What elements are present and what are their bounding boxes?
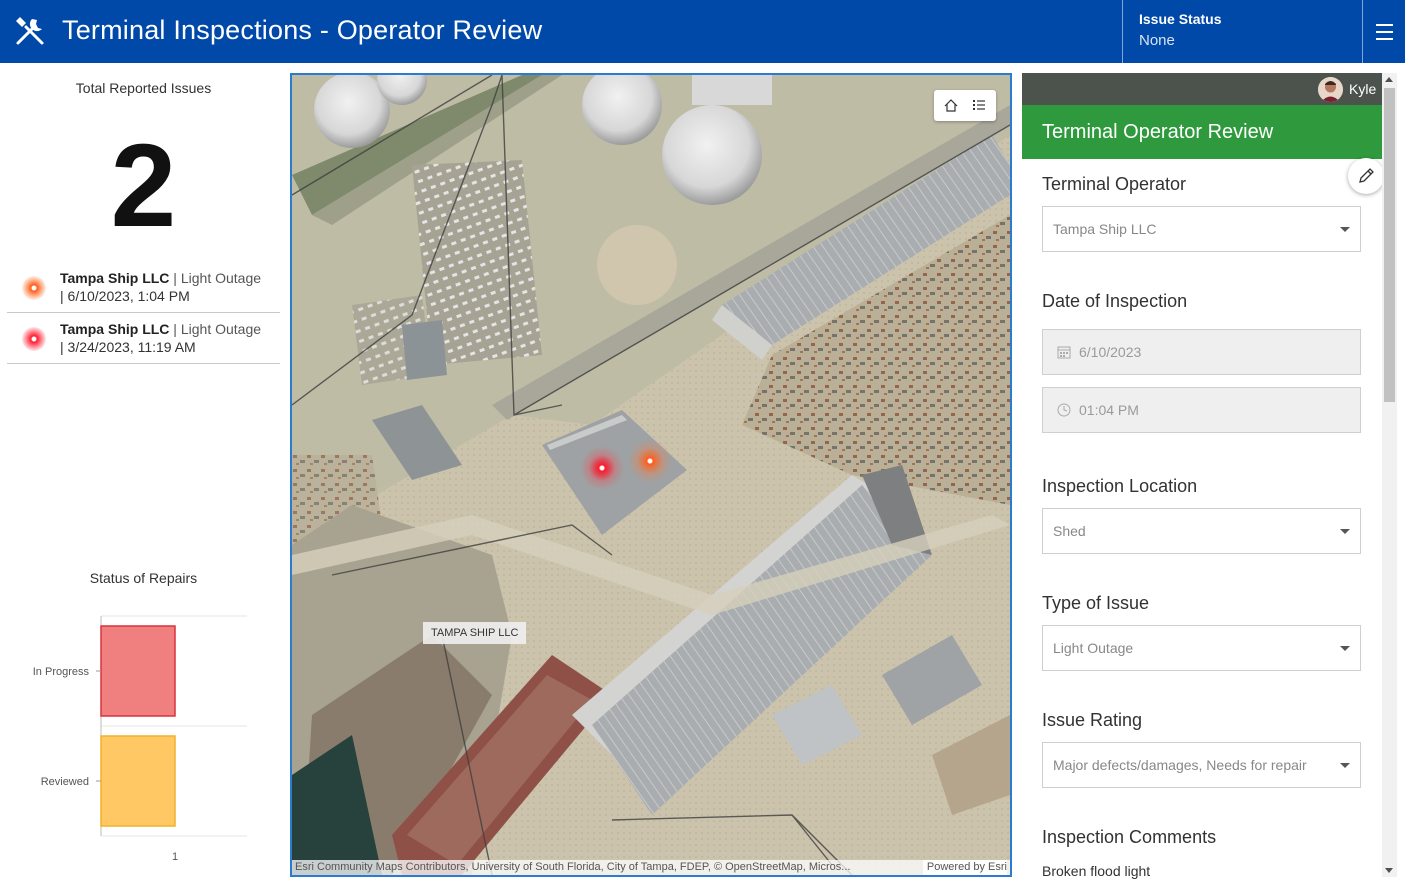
calendar-icon [1057, 346, 1071, 359]
map-attribution: Esri Community Maps Contributors, Univer… [292, 860, 1010, 875]
issue-operator: Tampa Ship LLC [60, 321, 170, 337]
inspection-location-value: Shed [1053, 523, 1086, 539]
inspection-location-label: Inspection Location [1042, 476, 1198, 496]
chart-x-tick-label: 1 [172, 851, 178, 863]
tools-icon [16, 17, 44, 45]
powered-by-esri[interactable]: Powered by Esri [922, 860, 1007, 875]
inspection-date-label: Date of Inspection [1042, 291, 1188, 311]
inspection-date-field[interactable]: 6/10/2023 [1042, 329, 1361, 375]
issue-date: 6/10/2023, 1:04 PM [67, 288, 190, 304]
chevron-down-icon [1340, 529, 1350, 534]
issue-text: Tampa Ship LLC | Light Outage | 3/24/202… [60, 321, 262, 355]
inspection-time-field[interactable]: 01:04 PM [1042, 387, 1361, 433]
issue-text: Tampa Ship LLC | Light Outage | 6/10/202… [60, 270, 262, 304]
total-issues-count: 2 [110, 120, 177, 252]
inspection-location-select[interactable]: Shed [1042, 508, 1361, 554]
avatar[interactable] [1318, 77, 1343, 102]
terminal-operator-select[interactable]: Tampa Ship LLC [1042, 206, 1361, 252]
map-toolbar [934, 90, 996, 121]
user-avatar-icon [1318, 77, 1343, 102]
app-header: Terminal Inspections - Operator Review I… [0, 0, 1405, 63]
issue-rating-label: Issue Rating [1042, 710, 1143, 730]
issue-type-label: Type of Issue [1042, 593, 1150, 613]
edit-button[interactable] [1348, 158, 1382, 194]
chevron-down-icon [1340, 646, 1350, 651]
chart-bar [100, 625, 176, 717]
issue-status-box: Issue Status None [1122, 0, 1363, 63]
form-title: Terminal Operator Review [1042, 121, 1274, 143]
map-feature-label: TAMPA SHIP LLC [423, 622, 527, 644]
legend-list-icon[interactable] [966, 93, 992, 118]
repairs-bar-chart: In Progress Reviewed 1 [33, 615, 247, 863]
user-name[interactable]: Kyle [1349, 81, 1376, 97]
user-bar: Kyle [1022, 73, 1382, 105]
hamburger-menu-icon[interactable] [1363, 0, 1405, 63]
issue-date: 3/24/2023, 11:19 AM [67, 339, 196, 355]
pencil-icon [1359, 168, 1374, 183]
chart-category-label: In Progress [33, 666, 90, 678]
scroll-up-icon[interactable] [1385, 77, 1393, 82]
repairs-chart-title: Status of Repairs [89, 570, 198, 586]
scrollbar-thumb[interactable] [1384, 88, 1395, 402]
issue-type-select[interactable]: Light Outage [1042, 625, 1361, 671]
issue-list: Tampa Ship LLC | Light Outage | 6/10/202… [7, 262, 280, 364]
issue-operator: Tampa Ship LLC [60, 270, 170, 286]
terminal-operator-label: Terminal Operator [1042, 174, 1187, 194]
issue-marker-red[interactable] [580, 446, 624, 490]
app-title: Terminal Inspections - Operator Review [62, 15, 543, 45]
chart-bar [100, 735, 176, 827]
chart-category-label: Reviewed [41, 776, 89, 788]
issue-status-value: None [1139, 32, 1175, 49]
issue-marker-orange[interactable] [628, 439, 672, 483]
chevron-down-icon [1340, 227, 1350, 232]
issue-type: Light Outage [180, 270, 262, 286]
scroll-down-icon[interactable] [1385, 868, 1393, 873]
clock-icon [1057, 403, 1071, 417]
issue-type: Light Outage [180, 321, 262, 337]
list-item[interactable]: Tampa Ship LLC | Light Outage | 3/24/202… [7, 313, 280, 364]
issue-type-value: Light Outage [1053, 640, 1134, 656]
left-panel: Total Reported Issues 2 Tampa Ship LLC |… [0, 63, 287, 884]
form-scrollbar[interactable] [1382, 73, 1397, 877]
issue-marker-icon [22, 276, 46, 300]
form-panel: Kyle Terminal Operator Review Terminal O… [1022, 73, 1382, 884]
list-item[interactable]: Tampa Ship LLC | Light Outage | 6/10/202… [7, 262, 280, 313]
terminal-operator-value: Tampa Ship LLC [1053, 221, 1157, 237]
chevron-down-icon [1340, 763, 1350, 768]
issue-rating-select[interactable]: Major defects/damages, Needs for repair [1042, 742, 1361, 788]
issue-status-label: Issue Status [1139, 11, 1222, 27]
inspection-date-value: 6/10/2023 [1079, 344, 1142, 360]
issue-rating-value: Major defects/damages, Needs for repair [1053, 757, 1307, 773]
map-view[interactable]: TAMPA SHIP LLC Esri Community Maps Contr… [290, 73, 1012, 877]
attribution-text: Esri Community Maps Contributors, Univer… [295, 861, 851, 873]
issue-marker-icon [22, 327, 46, 351]
total-issues-title: Total Reported Issues [75, 80, 212, 96]
home-icon[interactable] [938, 93, 964, 118]
inspection-time-value: 01:04 PM [1079, 402, 1139, 418]
inspection-comments-value[interactable]: Broken flood light [1042, 863, 1150, 879]
inspection-comments-label: Inspection Comments [1042, 827, 1217, 847]
